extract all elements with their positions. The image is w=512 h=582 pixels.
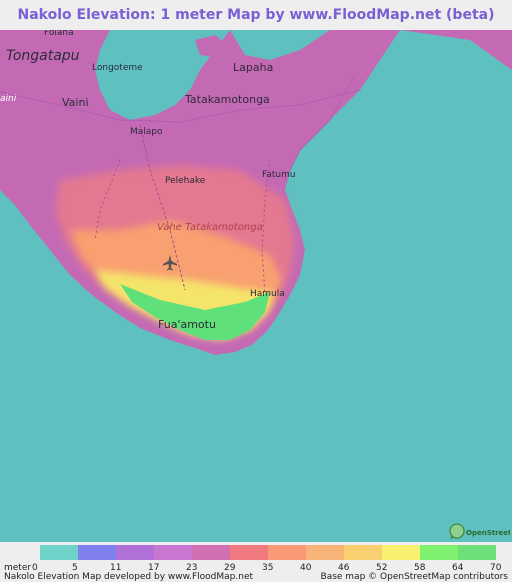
place-lapaha: Lapaha	[233, 61, 274, 74]
page-title: Nakolo Elevation: 1 meter Map by www.Flo…	[17, 7, 495, 23]
place-hamula: Hamula	[250, 289, 285, 299]
credit-osm: Base map © OpenStreetMap contributors	[320, 572, 508, 582]
place-malapo: Malapo	[130, 127, 163, 137]
place-vaini-left: aini	[0, 94, 17, 104]
elevation-map[interactable]: Folaha Tongatapu Longoteme Lapaha Vaini …	[0, 30, 512, 542]
legend-swatch	[382, 545, 420, 560]
place-tatakamotonga: Tatakamotonga	[185, 93, 270, 106]
legend-swatch	[230, 545, 268, 560]
elevation-legend: meter 0 5 11 17 23 29 35 40 46 52 58 64 70 Nakolo El…	[0, 543, 512, 582]
legend-swatch	[268, 545, 306, 560]
credit-floodmap: Nakolo Elevation Map developed by www.Fl…	[4, 572, 254, 582]
legend-tick-label: 35	[262, 563, 274, 573]
legend-swatch	[40, 545, 78, 560]
place-vahe-tatakamotonga: Vahe Tatakamotonga	[157, 222, 263, 233]
place-tongatapu: Tongatapu	[6, 48, 80, 64]
place-folaha: Folaha	[44, 30, 74, 38]
legend-swatch	[116, 545, 154, 560]
osm-badge-text: OpenStreetMap	[466, 529, 510, 537]
place-longoteme: Longoteme	[92, 63, 143, 73]
legend-swatch	[420, 545, 458, 560]
openstreetmap-icon: OpenStreetMap	[449, 523, 510, 539]
place-pelehake: Pelehake	[165, 176, 206, 186]
legend-swatch	[192, 545, 230, 560]
legend-swatch	[344, 545, 382, 560]
place-fuaamotu: Fua'amotu	[158, 318, 216, 331]
legend-tick-label: 40	[300, 563, 312, 573]
page: Nakolo Elevation: 1 meter Map by www.Flo…	[0, 0, 512, 582]
place-vaini: Vaini	[62, 96, 89, 109]
legend-swatch	[306, 545, 344, 560]
place-fatumu: Fatumu	[262, 170, 296, 180]
legend-swatch	[154, 545, 192, 560]
legend-swatch	[78, 545, 116, 560]
legend-swatch	[458, 545, 496, 560]
